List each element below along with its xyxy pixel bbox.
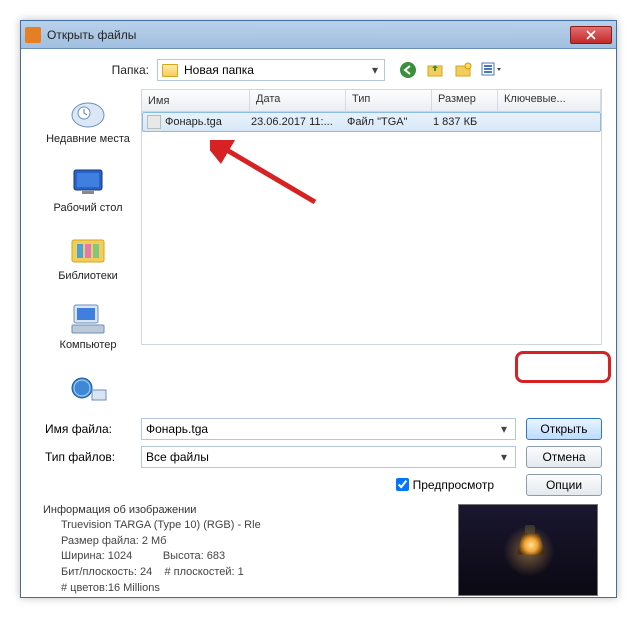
view-menu-button[interactable] <box>481 60 503 80</box>
chevron-down-icon: ▾ <box>497 422 511 436</box>
place-network[interactable] <box>68 370 108 408</box>
cancel-button[interactable]: Отмена <box>526 446 602 468</box>
options-button[interactable]: Опции <box>526 474 602 496</box>
places-sidebar: Недавние места Рабочий стол Библиотеки К… <box>35 89 141 408</box>
info-height: Высота: 683 <box>163 550 225 562</box>
info-colors: # цветов:16 Millions <box>61 581 458 597</box>
view-icon <box>481 62 503 78</box>
file-list[interactable]: Имя Дата Тип Размер Ключевые... Фонарь.t… <box>141 89 602 345</box>
info-planes: # плоскостей: 1 <box>164 566 243 578</box>
close-button[interactable] <box>570 26 612 44</box>
chevron-down-icon: ▾ <box>370 63 380 77</box>
filename-input[interactable]: Фонарь.tga ▾ <box>141 418 516 440</box>
tga-file-icon <box>147 115 161 129</box>
folder-icon <box>162 64 178 77</box>
info-bits: Бит/плоскость: 24 <box>61 566 152 578</box>
back-icon <box>399 61 417 79</box>
info-format: Truevision TARGA (Type 10) (RGB) - Rle <box>61 518 458 534</box>
preview-label-text: Предпросмотр <box>413 478 494 492</box>
network-icon <box>68 370 108 406</box>
preview-checkbox-label[interactable]: Предпросмотр <box>396 478 494 492</box>
app-icon <box>25 27 41 43</box>
place-desktop-label: Рабочий стол <box>53 202 122 215</box>
place-computer-label: Компьютер <box>60 339 117 352</box>
filetype-value: Все файлы <box>146 450 497 464</box>
titlebar: Открыть файлы <box>21 21 616 49</box>
libraries-icon <box>68 232 108 268</box>
computer-icon <box>68 301 108 337</box>
filetype-label: Тип файлов: <box>35 450 141 464</box>
file-size: 1 837 КБ <box>433 116 499 128</box>
folder-label: Папка: <box>101 63 149 77</box>
header-keywords[interactable]: Ключевые... <box>498 90 601 111</box>
column-headers: Имя Дата Тип Размер Ключевые... <box>142 90 601 112</box>
header-size[interactable]: Размер <box>432 90 498 111</box>
preview-thumbnail <box>458 504 598 596</box>
info-filesize: Размер файла: 2 Мб <box>61 534 458 550</box>
info-width: Ширина: 1024 <box>61 550 132 562</box>
folder-up-icon <box>427 62 445 78</box>
filename-value: Фонарь.tga <box>146 422 497 436</box>
place-libraries[interactable]: Библиотеки <box>58 232 118 283</box>
filetype-dropdown[interactable]: Все файлы ▾ <box>141 446 516 468</box>
recent-icon <box>68 95 108 131</box>
filename-label: Имя файла: <box>35 422 141 436</box>
new-folder-button[interactable] <box>453 60 475 80</box>
file-name: Фонарь.tga <box>165 116 222 128</box>
close-icon <box>586 30 596 40</box>
file-row[interactable]: Фонарь.tga 23.06.2017 11:... Файл "TGA" … <box>142 112 601 132</box>
file-type: Файл "TGA" <box>347 116 433 128</box>
place-desktop[interactable]: Рабочий стол <box>53 164 122 215</box>
folder-name: Новая папка <box>184 63 370 77</box>
folder-dropdown[interactable]: Новая папка ▾ <box>157 59 385 81</box>
image-info: Информация об изображении Truevision TAR… <box>35 504 602 598</box>
open-file-dialog: Открыть файлы Папка: Новая папка ▾ <box>20 20 617 598</box>
header-name[interactable]: Имя <box>142 90 250 111</box>
folder-row: Папка: Новая папка ▾ <box>101 59 602 81</box>
desktop-icon <box>68 164 108 200</box>
header-type[interactable]: Тип <box>346 90 432 111</box>
chevron-down-icon: ▾ <box>497 450 511 464</box>
place-recent[interactable]: Недавние места <box>46 95 130 146</box>
window-title: Открыть файлы <box>47 28 570 42</box>
place-computer[interactable]: Компьютер <box>60 301 117 352</box>
file-date: 23.06.2017 11:... <box>251 116 347 128</box>
header-date[interactable]: Дата <box>250 90 346 111</box>
info-title: Информация об изображении <box>35 504 458 516</box>
back-button[interactable] <box>397 60 419 80</box>
place-libraries-label: Библиотеки <box>58 270 118 283</box>
open-button[interactable]: Открыть <box>526 418 602 440</box>
place-recent-label: Недавние места <box>46 133 130 146</box>
up-button[interactable] <box>425 60 447 80</box>
new-folder-icon <box>455 62 473 78</box>
preview-checkbox[interactable] <box>396 478 409 491</box>
